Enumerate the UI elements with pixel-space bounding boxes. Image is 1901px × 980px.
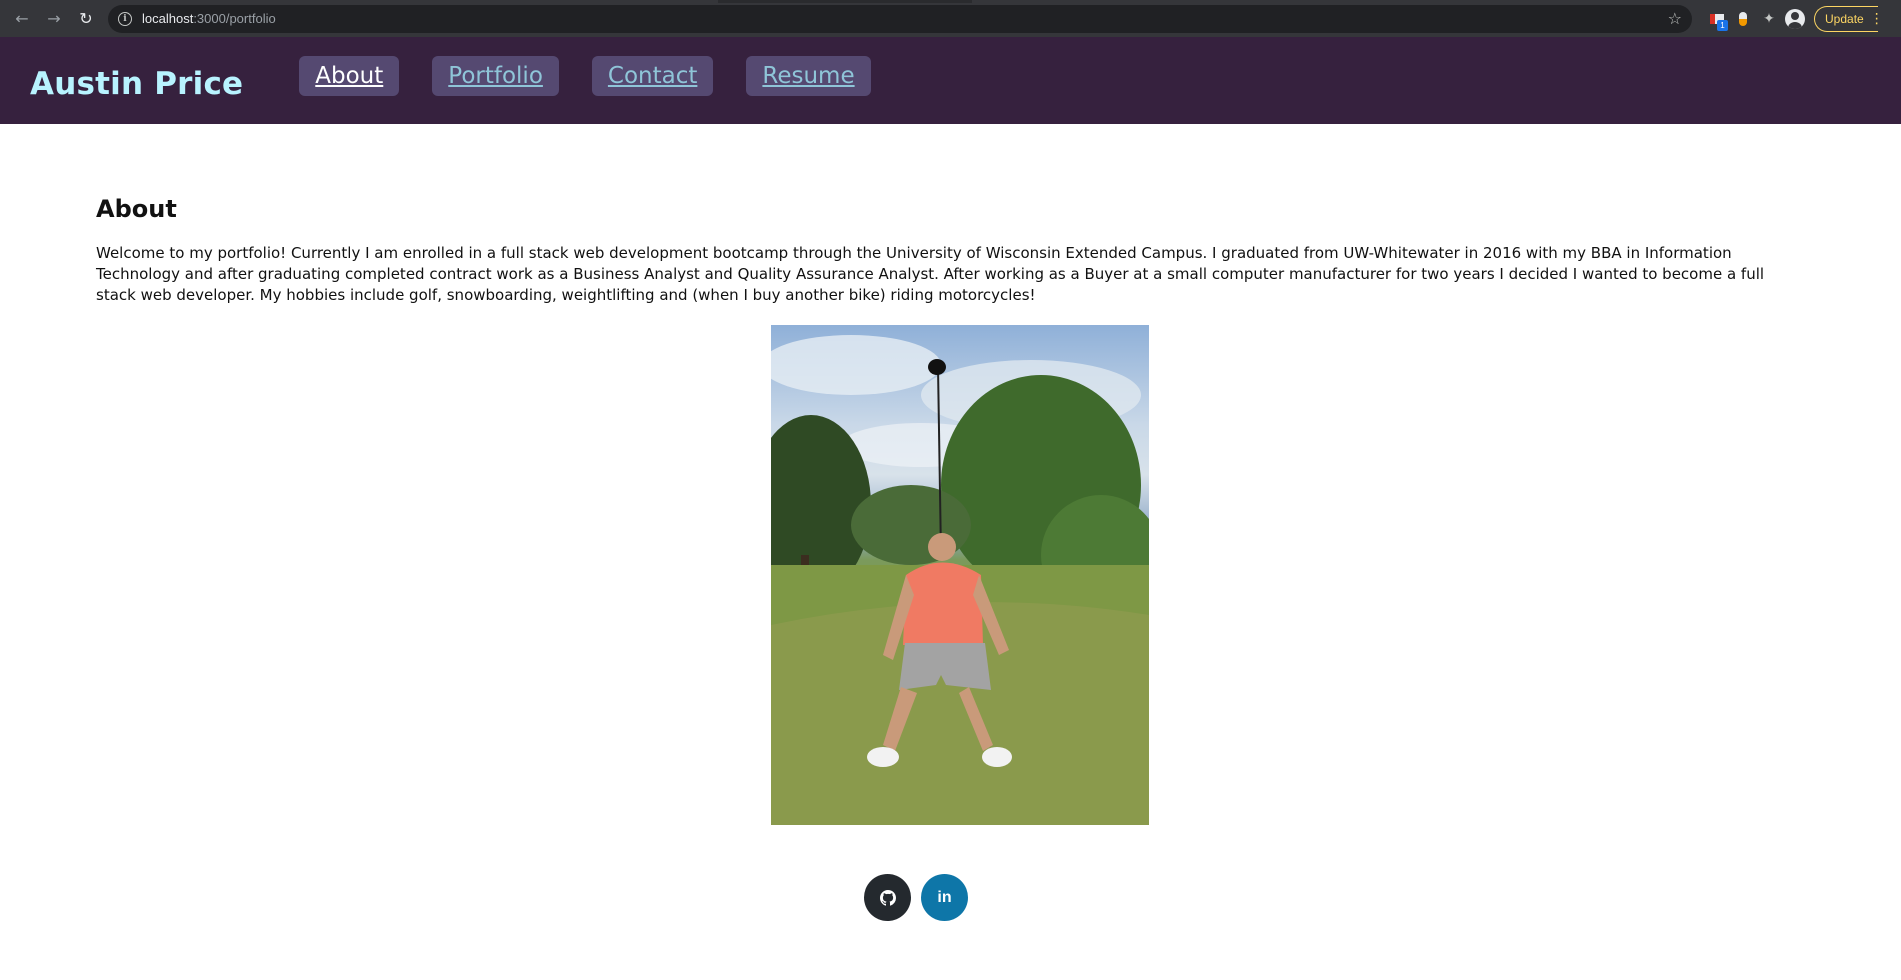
nav-resume[interactable]: Resume bbox=[746, 55, 871, 96]
extensions-puzzle-icon[interactable]: ✦ bbox=[1756, 5, 1782, 33]
photo-illustration bbox=[771, 335, 1149, 825]
reload-icon[interactable]: ↻ bbox=[70, 3, 102, 35]
browser-toolbar: ← → ↻ i localhost:3000/portfolio ☆ 1 ✦ U… bbox=[0, 0, 1901, 37]
site-header: Austin Price About Portfolio Contact Res… bbox=[0, 37, 1901, 124]
linkedin-button[interactable]: in bbox=[921, 874, 968, 921]
menu-kebab-icon[interactable]: ⋮ bbox=[1870, 11, 1884, 27]
extension-pill-icon[interactable] bbox=[1730, 5, 1756, 33]
profile-button[interactable] bbox=[1782, 5, 1808, 33]
social-links: in bbox=[864, 874, 978, 921]
brand-title: Austin Price bbox=[30, 65, 244, 102]
avatar-icon bbox=[1785, 8, 1805, 29]
back-icon[interactable]: ← bbox=[6, 3, 38, 35]
url-host: localhost bbox=[142, 11, 194, 26]
extension-badge: 1 bbox=[1717, 19, 1728, 31]
nav-contact[interactable]: Contact bbox=[591, 55, 714, 96]
tab-strip bbox=[718, 0, 972, 3]
linkedin-icon: in bbox=[937, 888, 952, 906]
about-paragraph: Welcome to my portfolio! Currently I am … bbox=[96, 244, 1765, 304]
url-path: :3000/portfolio bbox=[193, 11, 276, 26]
about-heading: About bbox=[96, 195, 177, 223]
pill-shape bbox=[1739, 11, 1747, 26]
info-icon[interactable]: i bbox=[118, 11, 132, 26]
github-icon bbox=[879, 889, 896, 906]
nav-about[interactable]: About bbox=[299, 55, 400, 96]
nav-portfolio[interactable]: Portfolio bbox=[432, 55, 559, 96]
golf-photo bbox=[771, 325, 1149, 825]
url-text[interactable]: localhost:3000/portfolio bbox=[142, 11, 276, 26]
main-nav: About Portfolio Contact Resume bbox=[299, 55, 903, 96]
address-bar[interactable]: i localhost:3000/portfolio ☆ bbox=[108, 4, 1692, 33]
update-button[interactable]: Update bbox=[1814, 5, 1878, 32]
extension-flag-icon[interactable]: 1 bbox=[1704, 5, 1730, 33]
bookmark-star-icon[interactable]: ☆ bbox=[1668, 9, 1682, 28]
forward-icon[interactable]: → bbox=[38, 3, 70, 35]
main-content: About Welcome to my portfolio! Currently… bbox=[96, 124, 1796, 306]
github-button[interactable] bbox=[864, 874, 911, 921]
